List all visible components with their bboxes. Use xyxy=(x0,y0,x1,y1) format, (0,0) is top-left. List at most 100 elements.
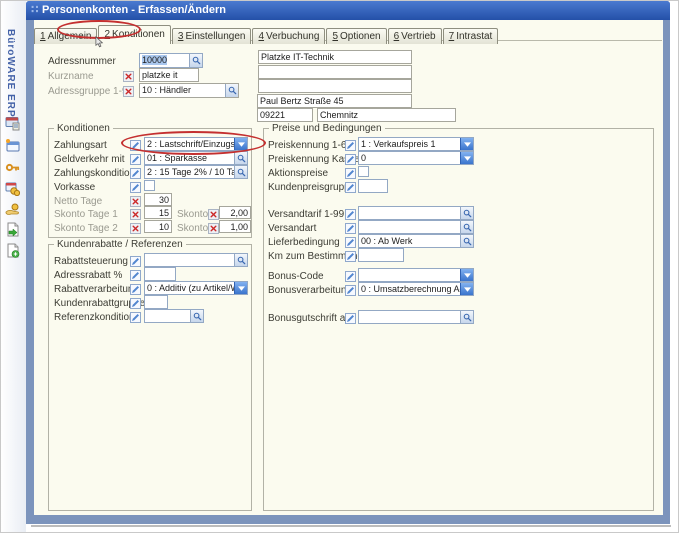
window-title: Personenkonten - Erfassen/Ändern xyxy=(42,1,226,20)
tab-verbuchung[interactable]: 4Verbuchung xyxy=(252,28,325,44)
edit-field-icon xyxy=(130,296,141,307)
referenzkondition-label: Referenzkondition xyxy=(54,312,135,323)
readonly-x-icon xyxy=(130,194,141,205)
chevron-down-icon[interactable] xyxy=(234,282,247,294)
coins-window-icon[interactable] xyxy=(5,181,21,197)
edit-field-icon xyxy=(130,282,141,293)
hand-money-icon[interactable] xyxy=(5,202,21,218)
zahlungskondition-label: Zahlungskondition xyxy=(54,168,135,179)
zahlungskondition-field[interactable]: 2 : 15 Tage 2% / 10 Tag xyxy=(144,165,248,179)
adressnummer-lookup-button[interactable] xyxy=(189,54,202,67)
rabattverarbeitung-label: Rabattverarbeitung xyxy=(54,284,139,295)
address-street-field[interactable]: Paul Bertz Straße 45 xyxy=(257,94,412,108)
edit-field-icon xyxy=(130,180,141,191)
tab-optionen[interactable]: 5Optionen xyxy=(326,28,386,44)
edit-field-icon xyxy=(345,283,356,294)
window-titlebar: ∷ Personenkonten - Erfassen/Ändern xyxy=(26,1,670,20)
bonusgutschrift-lookup-button[interactable] xyxy=(460,311,473,323)
edit-field-icon xyxy=(345,235,356,246)
preiskennung-kasse-combobox[interactable]: 0 xyxy=(358,151,474,165)
adressrabatt-label: Adressrabatt % xyxy=(54,270,122,281)
skonto-tage-1-field[interactable]: 15 xyxy=(144,206,172,219)
address-line3-field[interactable] xyxy=(258,79,412,93)
rabattsteuerung-lookup-button[interactable] xyxy=(234,254,247,266)
zahlungskondition-lookup-button[interactable] xyxy=(234,166,247,178)
skonto-pct-1-field[interactable]: 2,00 xyxy=(219,206,251,219)
kurzname-field[interactable]: platzke it xyxy=(139,68,199,82)
skonto-tage-1-label: Skonto Tage 1 xyxy=(54,209,118,220)
edit-field-icon xyxy=(130,138,141,149)
edit-field-icon xyxy=(130,166,141,177)
versandart-lookup-button[interactable] xyxy=(460,221,473,233)
bonusverarbeitung-combobox[interactable]: 0 : Umsatzberechnung Adr xyxy=(358,282,474,296)
app-sidebar: BüroWARE ERP xyxy=(1,1,26,533)
document-add-icon[interactable] xyxy=(5,243,21,259)
adressgruppe-field[interactable]: 10 : Händler xyxy=(139,83,239,98)
bonusverarbeitung-label: Bonusverarbeitung xyxy=(268,285,352,296)
address-city-field[interactable]: Chemnitz xyxy=(317,108,456,122)
tab-konditionen[interactable]: 2Konditionen xyxy=(98,25,170,44)
kurzname-label: Kurzname xyxy=(48,71,94,82)
skonto-pct-2-field[interactable]: 1,00 xyxy=(219,220,251,233)
aktionspreise-checkbox[interactable] xyxy=(358,166,369,177)
bonusgutschrift-field[interactable] xyxy=(358,310,474,324)
versandart-field[interactable] xyxy=(358,220,474,234)
edit-field-icon xyxy=(345,221,356,232)
rabattsteuerung-label: Rabattsteuerung xyxy=(54,256,128,267)
versandtarif-lookup-button[interactable] xyxy=(460,207,473,219)
lieferbedingung-label: Lieferbedingung xyxy=(268,237,340,248)
geldverkehr-field[interactable]: 01 : Sparkasse xyxy=(144,151,248,165)
edit-field-icon xyxy=(345,311,356,322)
lieferbedingung-field[interactable]: 00 : Ab Werk xyxy=(358,234,474,248)
readonly-x-icon xyxy=(208,207,219,218)
chevron-down-icon[interactable] xyxy=(460,138,473,150)
group-konditionen-title: Konditionen xyxy=(54,123,113,134)
bonus-code-label: Bonus-Code xyxy=(268,271,324,282)
tab-allgemein[interactable]: 1Allgemein xyxy=(34,28,97,44)
chevron-down-icon[interactable] xyxy=(460,269,473,281)
aktionspreise-label: Aktionspreise xyxy=(268,168,328,179)
skonto-tage-2-field[interactable]: 10 xyxy=(144,220,172,233)
adressnummer-field[interactable]: 10000 xyxy=(139,53,203,68)
netto-tage-field[interactable]: 30 xyxy=(144,193,172,206)
kundenpreisgruppe-field[interactable] xyxy=(358,179,388,193)
versandtarif-field[interactable] xyxy=(358,206,474,220)
readonly-x-icon xyxy=(123,69,134,80)
address-name-field[interactable]: Platzke IT-Technik xyxy=(258,50,412,64)
chevron-down-icon[interactable] xyxy=(460,152,473,164)
lieferbedingung-lookup-button[interactable] xyxy=(460,235,473,247)
referenzkondition-field[interactable] xyxy=(144,309,204,323)
group-rabatte-title: Kundenrabatte / Referenzen xyxy=(54,239,186,250)
adressgruppe-lookup-button[interactable] xyxy=(225,84,238,97)
address-zip-field[interactable]: 09221 xyxy=(257,108,313,122)
versandart-label: Versandart xyxy=(268,223,316,234)
rabattsteuerung-field[interactable] xyxy=(144,253,248,267)
edit-field-icon xyxy=(345,152,356,163)
rabattverarbeitung-combobox[interactable]: 0 : Additiv (zu Artikel/WGR xyxy=(144,281,248,295)
key-icon[interactable] xyxy=(5,160,21,176)
chevron-down-icon[interactable] xyxy=(234,138,247,150)
chevron-down-icon[interactable] xyxy=(460,283,473,295)
kundenpreisgruppe-label: Kundenpreisgruppe xyxy=(268,182,355,193)
edit-field-icon xyxy=(345,180,356,191)
address-line2-field[interactable] xyxy=(258,65,412,79)
zahlungsart-combobox[interactable]: 2 : Lastschrift/Einzugserm xyxy=(144,137,248,151)
edit-field-icon xyxy=(345,138,356,149)
document-import-icon[interactable] xyxy=(5,222,21,238)
bonus-code-combobox[interactable] xyxy=(358,268,474,282)
km-field[interactable] xyxy=(358,248,404,262)
window-bottom-shadow xyxy=(31,525,671,527)
register-icon[interactable] xyxy=(5,116,21,132)
referenzkondition-lookup-button[interactable] xyxy=(190,310,203,322)
versandtarif-label: Versandtarif 1-99 xyxy=(268,209,344,220)
kundenrabattgruppe-field[interactable] xyxy=(144,295,168,309)
tab-einstellungen[interactable]: 3Einstellungen xyxy=(172,28,252,44)
screenshot-root: BüroWARE ERP ∷ Personenkonten - Erfassen… xyxy=(0,0,679,533)
tab-vertrieb[interactable]: 6Vertrieb xyxy=(388,28,442,44)
geldverkehr-lookup-button[interactable] xyxy=(234,152,247,164)
preiskennung-combobox[interactable]: 1 : Verkaufspreis 1 xyxy=(358,137,474,151)
vorkasse-checkbox[interactable] xyxy=(144,180,155,191)
adressrabatt-field[interactable] xyxy=(144,267,176,281)
form-window-icon[interactable] xyxy=(5,138,21,154)
tab-intrastat[interactable]: 7Intrastat xyxy=(443,28,499,44)
